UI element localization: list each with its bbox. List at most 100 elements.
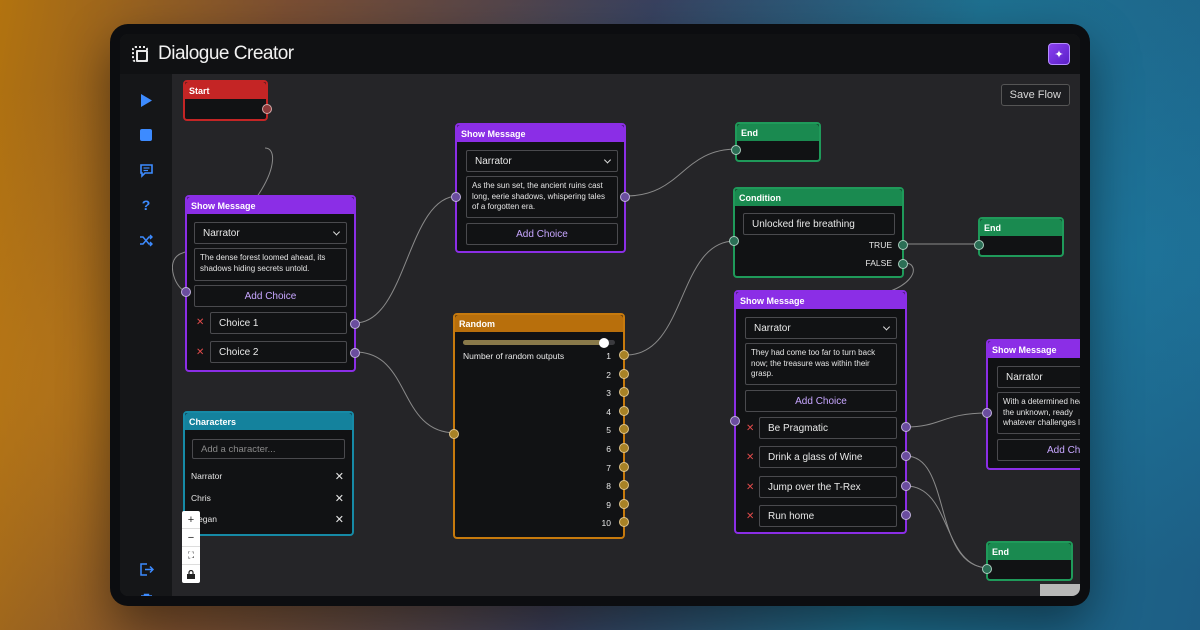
start-node[interactable]: Start: [183, 80, 272, 121]
choice-input[interactable]: Run home: [759, 505, 897, 527]
character-select[interactable]: Narrator: [466, 150, 618, 172]
add-choice-button[interactable]: Add Choice: [745, 390, 897, 412]
character-select[interactable]: Narrator: [194, 222, 347, 244]
stop-icon[interactable]: [134, 123, 158, 147]
remove-choice-icon[interactable]: ✕: [746, 452, 754, 463]
input-handle[interactable]: [451, 192, 461, 202]
node-title: End: [980, 219, 1062, 236]
export-icon[interactable]: [134, 557, 158, 581]
remove-choice-icon[interactable]: ✕: [196, 317, 204, 328]
choice-input[interactable]: Drink a glass of Wine: [759, 446, 897, 468]
delete-character-icon[interactable]: ✕: [335, 470, 344, 483]
random-output-handle[interactable]: [619, 498, 629, 509]
output-handle[interactable]: [901, 422, 911, 432]
input-handle[interactable]: [729, 236, 739, 246]
remove-choice-icon[interactable]: ✕: [746, 423, 754, 434]
add-character-input[interactable]: Add a character...: [192, 439, 345, 459]
node-title: Show Message: [736, 292, 905, 309]
app-window: Dialogue Creator ✦ ? Save Flow Start Sho…: [120, 34, 1080, 596]
false-output-handle[interactable]: [898, 259, 908, 269]
minimap-corner: [1040, 584, 1080, 596]
add-choice-button[interactable]: Add Choic: [997, 439, 1080, 461]
help-icon[interactable]: ?: [134, 193, 158, 217]
output-handle[interactable]: [350, 348, 360, 358]
message-text[interactable]: With a determined heart, into the unknow…: [997, 392, 1080, 434]
end-node-2[interactable]: End: [974, 217, 1064, 257]
choice-input[interactable]: Jump over the T-Rex: [759, 476, 897, 498]
play-icon[interactable]: [134, 88, 158, 112]
condition-input[interactable]: Unlocked fire breathing: [743, 213, 895, 235]
slider-knob[interactable]: [599, 337, 610, 348]
message-text[interactable]: The dense forest loomed ahead, its shado…: [194, 248, 347, 281]
character-name: Narrator: [191, 471, 223, 481]
true-output-handle[interactable]: [898, 240, 908, 250]
input-handle[interactable]: [730, 416, 740, 426]
choice-input[interactable]: Choice 1: [210, 312, 347, 334]
edge-choice-msg4: [905, 412, 989, 428]
choice-input[interactable]: Be Pragmatic: [759, 417, 897, 439]
random-output-label: 10: [601, 518, 611, 529]
zoom-in-button[interactable]: +: [182, 511, 200, 529]
input-handle[interactable]: [982, 408, 992, 418]
delete-character-icon[interactable]: ✕: [335, 492, 344, 505]
show-message-node-1[interactable]: Show Message Narrator The dense forest l…: [181, 195, 360, 372]
output-handle[interactable]: [350, 319, 360, 329]
output-handle[interactable]: [901, 510, 911, 520]
edge-choice-end3b: [905, 485, 990, 569]
tablet-frame: Dialogue Creator ✦ ? Save Flow Start Sho…: [110, 24, 1090, 606]
input-handle[interactable]: [181, 287, 191, 297]
bot-avatar-icon[interactable]: ✦: [1048, 43, 1070, 65]
remove-choice-icon[interactable]: ✕: [746, 511, 754, 522]
character-row: Narrator ✕: [191, 471, 344, 485]
lock-button[interactable]: [182, 565, 200, 583]
message-text[interactable]: As the sun set, the ancient ruins cast l…: [466, 176, 618, 218]
random-output-handle[interactable]: [619, 350, 629, 360]
random-output-label: 6: [606, 444, 611, 454]
input-handle[interactable]: [449, 429, 459, 439]
fit-view-button[interactable]: ⛶: [182, 547, 200, 565]
choice-input[interactable]: Choice 2: [210, 341, 347, 363]
random-output-handle[interactable]: [619, 443, 629, 453]
trash-icon[interactable]: [134, 588, 158, 596]
show-message-node-4[interactable]: Show Message Narrator With a determined …: [982, 339, 1080, 470]
add-choice-button[interactable]: Add Choice: [466, 223, 618, 245]
end-node-1[interactable]: End: [731, 122, 821, 162]
shuffle-icon[interactable]: [134, 228, 158, 252]
random-output-slider[interactable]: [463, 337, 615, 348]
output-handle[interactable]: [901, 451, 911, 461]
node-title: Random: [455, 315, 623, 332]
show-message-node-2[interactable]: Show Message Narrator As the sun set, th…: [451, 123, 630, 253]
edge-choice-end3: [905, 455, 990, 569]
node-title: End: [988, 543, 1071, 560]
output-handle[interactable]: [620, 192, 630, 202]
random-output-handle[interactable]: [619, 368, 629, 379]
input-handle[interactable]: [731, 145, 741, 155]
flow-canvas[interactable]: Save Flow Start Show Message Narrator Th…: [172, 74, 1080, 596]
show-message-node-3[interactable]: Show Message Narrator They had come too …: [730, 290, 911, 534]
delete-character-icon[interactable]: ✕: [335, 513, 344, 526]
character-select[interactable]: Narrator: [745, 317, 897, 339]
random-output-handle[interactable]: [619, 461, 629, 472]
output-handle[interactable]: [262, 104, 272, 114]
remove-choice-icon[interactable]: ✕: [746, 482, 754, 493]
random-node[interactable]: Random Number of random outputs 1 2 3 4 5 6 7 8…: [449, 313, 629, 539]
character-select-value: Narrator: [1006, 371, 1043, 383]
output-handle[interactable]: [901, 481, 911, 491]
character-select[interactable]: Narrator: [997, 366, 1080, 388]
remove-choice-icon[interactable]: ✕: [196, 347, 204, 358]
true-label: TRUE: [868, 240, 892, 250]
condition-node[interactable]: Condition Unlocked fire breathing TRUE F…: [729, 187, 908, 278]
slider-fill: [463, 340, 605, 345]
characters-node[interactable]: Characters Add a character... Narrator ✕ …: [183, 411, 354, 536]
zoom-out-button[interactable]: −: [182, 529, 200, 547]
random-output-handle[interactable]: [619, 405, 629, 416]
random-output-label: 9: [606, 499, 611, 510]
save-flow-button[interactable]: Save Flow: [1000, 84, 1070, 106]
end-node-3[interactable]: End: [982, 541, 1073, 581]
input-handle[interactable]: [974, 240, 984, 250]
input-handle[interactable]: [982, 564, 992, 574]
edge-msg2-end1: [625, 148, 738, 197]
chat-icon[interactable]: [134, 158, 158, 182]
add-choice-button[interactable]: Add Choice: [194, 285, 347, 307]
message-text[interactable]: They had come too far to turn back now; …: [745, 343, 897, 385]
